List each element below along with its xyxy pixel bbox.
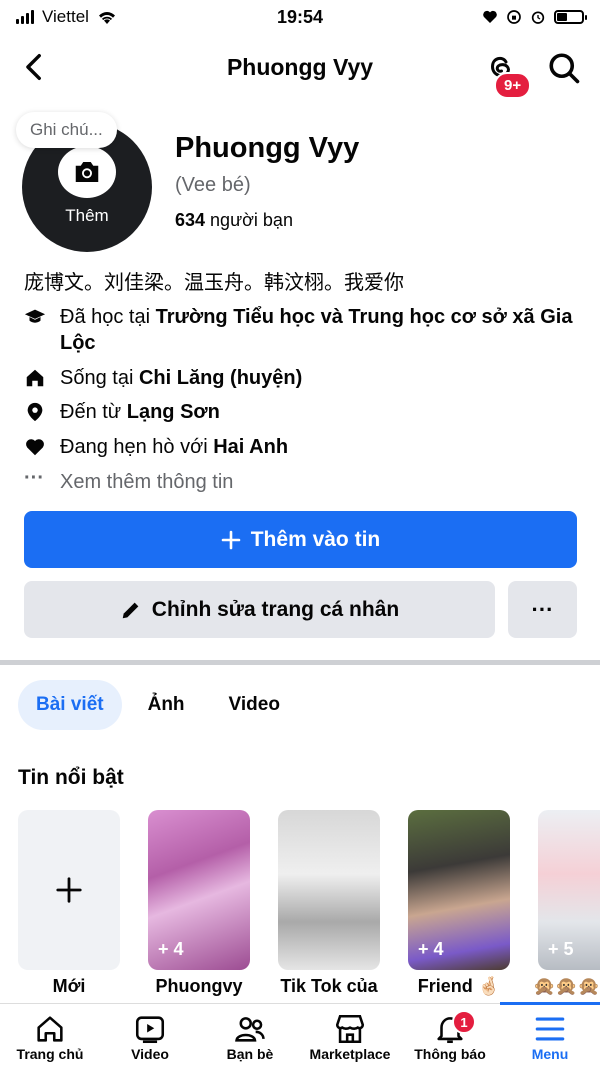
highlight-card[interactable]: + 4	[148, 810, 250, 970]
info-relationship: Đang hẹn hò với Hai Anh	[24, 434, 288, 460]
status-bar: Viettel 19:54	[0, 0, 600, 34]
section-divider	[0, 660, 600, 665]
info-value[interactable]: Chi Lăng (huyện)	[139, 367, 302, 389]
home-icon	[26, 369, 44, 387]
graduation-cap-icon	[24, 309, 46, 323]
bottom-nav: Trang chủ Video Bạn bè Marketplace Thông…	[0, 1002, 600, 1067]
info-value[interactable]: Hai Anh	[213, 436, 288, 458]
heart-status-icon	[483, 10, 497, 23]
alarm-icon	[531, 11, 545, 24]
heart-icon	[26, 439, 44, 456]
marketplace-icon	[335, 1014, 365, 1044]
highlight-label: 🙊🙊🙊	[533, 976, 600, 996]
highlight-label: Mới	[52, 976, 86, 996]
highlights-strip: Mới + 4 Phuongvy Tik Tok của + 4 Friend …	[18, 810, 600, 1000]
friends-number: 634	[175, 210, 206, 230]
camera-icon	[75, 162, 99, 182]
highlight-count: + 4	[418, 939, 444, 959]
tab-photos[interactable]: Ảnh	[130, 680, 203, 730]
nav-home[interactable]: Trang chủ	[0, 1004, 100, 1067]
info-prefix: Đến từ	[60, 401, 127, 423]
profile-header: Phuongg Vyy 9+	[0, 36, 600, 100]
see-more-info-label: Xem thêm thông tin	[60, 471, 234, 493]
highlights-title: Tin nổi bật	[18, 766, 124, 789]
info-lives: Sống tại Chi Lăng (huyện)	[24, 365, 302, 391]
more-options-button[interactable]: ···	[508, 581, 577, 638]
nav-menu[interactable]: Menu	[500, 1002, 600, 1067]
nav-label: Menu	[531, 1046, 569, 1062]
add-to-story-label: Thêm vào tin	[250, 527, 381, 551]
nav-video[interactable]: Video	[100, 1004, 200, 1067]
see-more-info[interactable]: ··· Xem thêm thông tin	[24, 467, 234, 495]
highlight-card[interactable]: + 4	[408, 810, 510, 970]
ellipsis-icon: ···	[24, 467, 44, 489]
profile-nickname: (Vee bé)	[175, 174, 251, 196]
tab-videos[interactable]: Video	[211, 680, 298, 730]
nav-marketplace[interactable]: Marketplace	[300, 1004, 400, 1067]
highlight-label: Phuongvy	[155, 976, 243, 996]
highlight-label: Friend 🤞🏻	[417, 976, 501, 996]
location-pin-icon	[27, 402, 43, 422]
video-icon	[135, 1016, 165, 1044]
plus-icon	[221, 530, 241, 549]
plus-icon	[56, 877, 82, 903]
profile-bio: 庞博文。刘佳梁。温玉舟。韩汶栩。我爱你	[24, 270, 404, 294]
info-from: Đến từ Lạng Sơn	[24, 399, 220, 425]
profile-name: Phuongg Vyy	[175, 132, 360, 164]
highlight-count: + 5	[548, 939, 574, 959]
highlight-card[interactable]	[278, 810, 380, 970]
rotation-lock-icon	[507, 10, 521, 24]
nav-label: Bạn bè	[226, 1046, 274, 1062]
profile-tabs: Bài viết Ảnh Video	[18, 680, 298, 730]
friends-label: người bạn	[205, 210, 293, 230]
info-prefix: Sống tại	[60, 367, 139, 389]
active-tab-indicator	[500, 1002, 600, 1005]
search-icon[interactable]	[546, 50, 582, 86]
edit-profile-button[interactable]: Chỉnh sửa trang cá nhân	[24, 581, 495, 638]
nav-label: Trang chủ	[16, 1046, 84, 1062]
menu-icon	[535, 1017, 565, 1041]
info-education: Đã học tại Trường Tiểu học và Trung học …	[24, 304, 574, 356]
avatar-add-label: Thêm	[65, 206, 109, 225]
new-highlight-card[interactable]	[18, 810, 120, 970]
battery-icon	[553, 10, 587, 24]
highlight-label: Tik Tok của	[280, 976, 378, 996]
signal-icon	[16, 10, 34, 24]
pencil-icon	[122, 602, 139, 618]
nav-friends[interactable]: Bạn bè	[200, 1004, 300, 1067]
clock: 19:54	[276, 6, 324, 27]
info-value[interactable]: Lạng Sơn	[127, 401, 220, 423]
notification-badge: 1	[452, 1010, 476, 1034]
add-to-story-button[interactable]: Thêm vào tin	[24, 511, 577, 568]
friends-icon	[235, 1017, 265, 1042]
home-icon	[37, 1016, 63, 1042]
tab-posts[interactable]: Bài viết	[18, 680, 122, 730]
add-photo-button[interactable]	[58, 146, 116, 198]
nav-notifications[interactable]: Thông báo 1	[400, 1004, 500, 1067]
info-prefix: Đang hẹn hò với	[60, 436, 214, 458]
carrier-name: Viettel	[42, 7, 89, 26]
nav-label: Thông báo	[414, 1046, 486, 1062]
note-bubble[interactable]: Ghi chú...	[16, 112, 117, 148]
info-prefix: Đã học tại	[60, 306, 156, 328]
nav-label: Video	[131, 1046, 169, 1062]
threads-badge: 9+	[494, 72, 532, 99]
edit-profile-label: Chỉnh sửa trang cá nhân	[151, 597, 400, 621]
friends-count[interactable]: 634 người bạn	[175, 210, 293, 231]
highlight-card[interactable]: + 5	[538, 810, 600, 970]
wifi-icon	[98, 12, 115, 24]
nav-label: Marketplace	[309, 1046, 391, 1062]
highlight-count: + 4	[158, 939, 184, 959]
